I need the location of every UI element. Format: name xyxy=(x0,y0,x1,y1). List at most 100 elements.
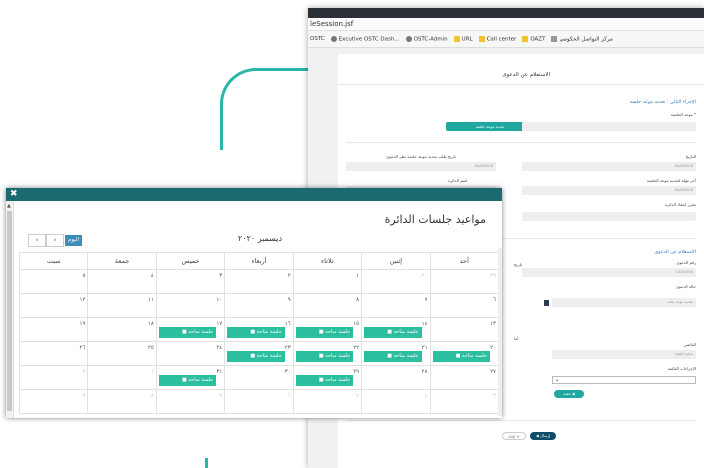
available-session-event[interactable]: ■ جلسة متاحة xyxy=(227,351,285,362)
calendar-day-cell[interactable]: ٩ xyxy=(18,389,89,414)
calendar-day-cell[interactable]: ١ xyxy=(87,365,157,390)
session-date-field[interactable] xyxy=(522,122,696,131)
month-label: ديسمبر ٢٠٢٠ xyxy=(238,234,283,243)
calendar-day-cell[interactable]: ٣٠ xyxy=(224,365,294,390)
day-number: ٨ xyxy=(150,393,154,399)
execute-button[interactable]: تنفيذ ◀ xyxy=(554,390,584,398)
day-number: ١٣ xyxy=(490,321,496,327)
calendar-day-cell[interactable]: ١٤ ■ جلسة متاحة xyxy=(361,317,431,342)
calendar-day-cell[interactable]: ٧ xyxy=(361,293,431,318)
bookmark-url[interactable]: URL xyxy=(453,35,473,42)
available-session-event[interactable]: ■ جلسة متاحة xyxy=(227,327,285,338)
circuit-members-field[interactable] xyxy=(522,212,696,221)
date-label: التاريخ xyxy=(685,154,696,159)
day-number: ٦ xyxy=(287,393,291,399)
bookmark-ostc[interactable]: OSTC xyxy=(310,36,325,42)
last-deadline-field[interactable]: 00/00/000 xyxy=(522,186,696,195)
calendar-day-cell[interactable]: ٣٠ xyxy=(361,269,431,294)
bookmark-admin[interactable]: OSTC-Admin xyxy=(405,35,448,42)
bookmark-gov-center[interactable]: مركز التواصل الحكومي xyxy=(551,35,613,42)
vertical-scrollbar[interactable]: ▲ xyxy=(6,201,14,418)
day-number: ١٤ xyxy=(421,321,428,327)
available-session-event[interactable]: ■ جلسة متاحة xyxy=(295,375,354,386)
calendar-day-cell[interactable]: ١٧ ■ جلسة متاحة xyxy=(155,317,226,342)
calendar-week-row: ١٢ ١١ ١٠ ٩ ٨ ٧ ٦ xyxy=(18,293,500,318)
cancel-button[interactable]: إلغاء ✕ xyxy=(502,432,526,440)
calendar-day-cell[interactable]: ١١ xyxy=(87,293,157,318)
calendar-day-cell[interactable]: ٢ xyxy=(224,269,294,294)
calendar-day-cell[interactable]: ٥ xyxy=(292,389,363,414)
available-session-event[interactable]: ■ جلسة متاحة xyxy=(158,327,217,338)
day-number: ٢٤ xyxy=(216,345,223,351)
calendar-day-cell[interactable]: ٢٤ xyxy=(155,341,226,366)
available-session-event[interactable]: ■ جلسة متاحة xyxy=(364,351,422,362)
page-title: الاستعلام عن الدعوى xyxy=(502,72,550,78)
available-session-event[interactable]: ■ جلسة متاحة xyxy=(158,375,217,386)
procedures-select[interactable]: ⌄ xyxy=(552,376,696,384)
calendar-day-cell[interactable]: ٢٦ xyxy=(18,341,89,366)
calendar-day-cell[interactable]: ١٣ xyxy=(429,317,500,342)
calendar-day-cell[interactable]: ٢٥ xyxy=(87,341,157,366)
calendar-day-cell[interactable]: ٣١ ■ جلسة متاحة xyxy=(155,365,226,390)
calendar-day-cell[interactable]: ٢ xyxy=(18,365,89,390)
calendar-day-cell[interactable]: ١ xyxy=(292,269,363,294)
calendar-day-cell[interactable]: ٩ xyxy=(224,293,294,318)
calendar-day-cell[interactable]: ٢٣ ■ جلسة متاحة xyxy=(224,341,294,366)
case-status-field[interactable]: جلسة موعد عامة xyxy=(552,298,696,307)
calendar-day-cell[interactable]: ٢٧ xyxy=(429,365,500,390)
available-session-event[interactable]: ■ جلسة متاحة xyxy=(432,351,490,362)
weekday-header: جمعة xyxy=(87,252,157,270)
calendar-day-cell[interactable]: ٤ xyxy=(361,389,431,414)
close-icon[interactable]: ✖ xyxy=(10,188,18,201)
day-number: ١٢ xyxy=(79,297,86,303)
day-number: ٨ xyxy=(356,297,360,303)
address-bar[interactable]: leSession.jsf xyxy=(308,18,704,31)
calendar-day-cell[interactable]: ٢٨ xyxy=(361,365,431,390)
calendar-week-row: ٢٦ ٢٥ ٢٤ ٢٣ ■ جلسة متاحة ٢٢ ■ جلسة متاحة ٢١ ■ جل… xyxy=(18,341,500,366)
calendar-day-cell[interactable]: ١٠ xyxy=(155,293,226,318)
circuit-members-label: مقرر انعقاد الدائرة xyxy=(665,202,696,207)
next-month-button[interactable]: › xyxy=(46,234,64,247)
calendar-day-cell[interactable]: ٢٢ ■ جلسة متاحة xyxy=(292,341,363,366)
day-number: ٢ xyxy=(287,273,291,279)
case-number-field[interactable]: 1400/000 xyxy=(522,268,696,277)
calendar-day-cell[interactable]: ٣ xyxy=(155,269,226,294)
calendar-day-cell[interactable]: ٢٩ xyxy=(429,269,500,294)
calendar-day-cell[interactable]: ١٦ ■ جلسة متاحة xyxy=(224,317,294,342)
calendar-day-cell[interactable]: ١٥ ■ جلسة متاحة xyxy=(292,317,363,342)
calendar-day-cell[interactable]: ٢١ ■ جلسة متاحة xyxy=(361,341,431,366)
bookmark-call-center[interactable]: Call center xyxy=(478,35,516,42)
scroll-thumb[interactable] xyxy=(7,211,12,411)
calendar-day-cell[interactable]: ٥ xyxy=(18,269,89,294)
set-session-date-button[interactable]: تحديد موعد جلسة xyxy=(446,122,534,131)
calendar-day-cell[interactable]: ١٩ xyxy=(18,317,89,342)
calendar-day-cell[interactable]: ٦ xyxy=(429,293,500,318)
today-button[interactable]: اليوم xyxy=(65,235,82,246)
calendar-day-cell[interactable]: ١٢ xyxy=(18,293,89,318)
side-label-2: أما xyxy=(514,336,519,341)
bookmark-dashboard[interactable]: Excutive OSTC Dash... xyxy=(330,35,400,42)
request-date-field[interactable]: 00/00/000 xyxy=(346,162,496,171)
calendar-day-cell[interactable]: ٨ xyxy=(292,293,363,318)
calendar-day-cell[interactable]: ١٨ xyxy=(87,317,157,342)
judge-field[interactable]: تسلية اللجنة xyxy=(552,350,696,359)
calendar-day-cell[interactable]: ٤ xyxy=(87,269,157,294)
calendar-day-cell[interactable]: ٣ xyxy=(429,389,500,414)
calendar-day-cell[interactable]: ٧ xyxy=(155,389,226,414)
bookmark-oazt[interactable]: OAZT xyxy=(522,35,545,42)
send-button[interactable]: ◀ إرسال xyxy=(530,432,556,440)
calendar-day-cell[interactable]: ٢٩ ■ جلسة متاحة xyxy=(292,365,363,390)
document-icon[interactable] xyxy=(544,300,549,306)
scroll-up-icon[interactable]: ▲ xyxy=(7,203,11,209)
available-session-event[interactable]: ■ جلسة متاحة xyxy=(295,351,354,362)
calendar-day-cell[interactable]: ٨ xyxy=(87,389,157,414)
prev-month-button[interactable]: ‹ xyxy=(28,234,46,247)
day-number: ١ xyxy=(150,369,154,375)
available-session-event[interactable]: ■ جلسة متاحة xyxy=(295,327,354,338)
calendar-day-cell[interactable]: ٢٠ ■ جلسة متاحة xyxy=(429,341,500,366)
day-number: ١٧ xyxy=(216,321,223,327)
date-field[interactable]: 00/00/000 xyxy=(522,162,696,171)
available-session-event[interactable]: ■ جلسة متاحة xyxy=(364,327,422,338)
calendar-scrollbar[interactable] xyxy=(498,248,502,416)
calendar-day-cell[interactable]: ٦ xyxy=(224,389,294,414)
